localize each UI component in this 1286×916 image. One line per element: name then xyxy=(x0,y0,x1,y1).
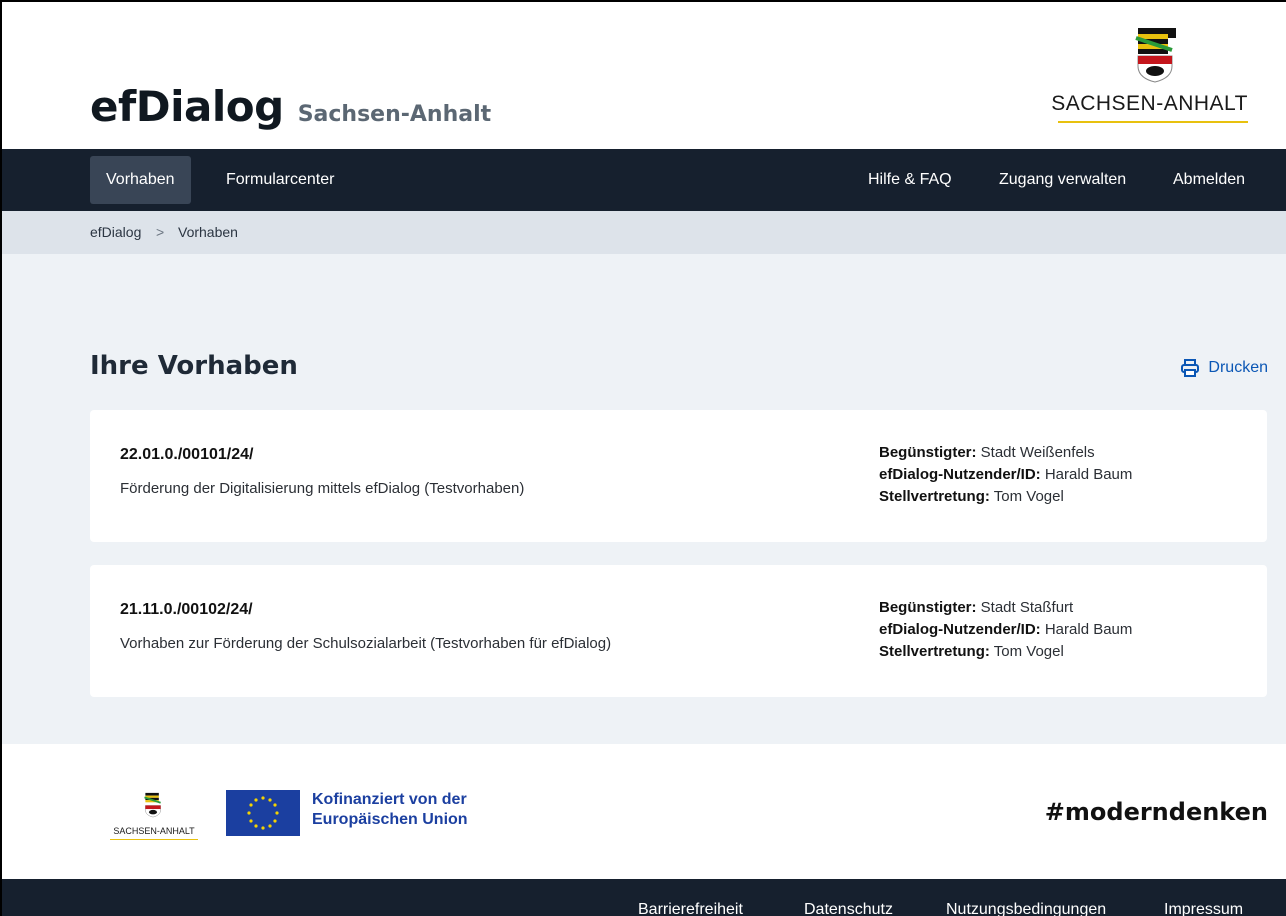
project-description: Vorhaben zur Förderung der Schulsozialar… xyxy=(120,635,612,652)
project-card[interactable]: 22.01.0./00101/24/ Förderung der Digital… xyxy=(90,410,1267,542)
eu-cofunding-text: Kofinanziert von der Europäischen Union xyxy=(312,790,468,830)
app-subtitle: Sachsen-Anhalt xyxy=(297,102,492,127)
beneficiary-row: Begünstigter: Stadt Weißenfels xyxy=(879,442,1132,464)
project-meta: Begünstigter: Stadt Weißenfels efDialog-… xyxy=(879,442,1132,508)
footer-links-bar: Barrierefreiheit Datenschutz Nutzungsbed… xyxy=(2,879,1286,916)
footer-state-wordmark: SACHSEN-ANHALT xyxy=(113,826,195,836)
user-row: efDialog-Nutzender/ID: Harald Baum xyxy=(879,619,1132,641)
sachsen-anhalt-logo[interactable]: SACHSEN-ANHALT xyxy=(1040,26,1250,126)
user-label: efDialog-Nutzender/ID: xyxy=(879,466,1041,483)
user-row: efDialog-Nutzender/ID: Harald Baum xyxy=(879,464,1132,486)
page-title: Ihre Vorhaben xyxy=(90,351,298,381)
wordmark-underline xyxy=(1058,121,1248,123)
user-value: Harald Baum xyxy=(1044,466,1133,483)
beneficiary-label: Begünstigter: xyxy=(879,444,977,461)
project-meta: Begünstigter: Stadt Staßfurt efDialog-Nu… xyxy=(879,597,1132,663)
nav-item-formularcenter[interactable]: Formularcenter xyxy=(210,156,350,204)
footer-link-terms[interactable]: Nutzungsbedingungen xyxy=(946,901,1106,916)
project-number[interactable]: 21.11.0./00102/24/ xyxy=(120,601,253,619)
coat-of-arms-icon xyxy=(1135,28,1176,83)
print-button[interactable]: Drucken xyxy=(1180,358,1268,378)
footer-link-accessibility[interactable]: Barrierefreiheit xyxy=(638,901,743,916)
coat-of-arms-icon xyxy=(144,792,161,818)
brand[interactable]: efDialog Sachsen-Anhalt xyxy=(90,82,491,131)
user-value: Harald Baum xyxy=(1044,621,1133,638)
main-content: Ihre Vorhaben Drucken 22.01.0./00101/24/… xyxy=(2,254,1286,744)
main-nav: Vorhaben Formularcenter Hilfe & FAQ Zuga… xyxy=(2,149,1286,211)
state-wordmark: SACHSEN-ANHALT xyxy=(1051,92,1248,115)
beneficiary-value: Stadt Staßfurt xyxy=(980,599,1074,616)
beneficiary-row: Begünstigter: Stadt Staßfurt xyxy=(879,597,1132,619)
hashtag-slogan: #moderndenken xyxy=(1044,798,1268,826)
beneficiary-value: Stadt Weißenfels xyxy=(980,444,1095,461)
nav-item-vorhaben[interactable]: Vorhaben xyxy=(90,156,191,204)
print-label: Drucken xyxy=(1208,359,1268,376)
nav-item-logout[interactable]: Abmelden xyxy=(1157,156,1261,204)
footer-link-imprint[interactable]: Impressum xyxy=(1164,901,1243,916)
browser-frame: efDialog Sachsen-Anhalt SACHSEN-ANHALT V… xyxy=(0,0,1286,916)
project-card[interactable]: 21.11.0./00102/24/ Vorhaben zur Förderun… xyxy=(90,565,1267,697)
eu-flag-icon xyxy=(226,790,300,836)
user-label: efDialog-Nutzender/ID: xyxy=(879,621,1041,638)
breadcrumb-item-efdialog[interactable]: efDialog xyxy=(90,224,141,240)
deputy-label: Stellvertretung: xyxy=(879,643,990,660)
breadcrumb-separator: > xyxy=(156,224,165,240)
nav-item-manage-access[interactable]: Zugang verwalten xyxy=(983,156,1142,204)
deputy-value: Tom Vogel xyxy=(993,643,1064,660)
printer-icon xyxy=(1181,359,1200,377)
nav-item-help-faq[interactable]: Hilfe & FAQ xyxy=(852,156,968,204)
site-header: efDialog Sachsen-Anhalt SACHSEN-ANHALT xyxy=(2,2,1286,149)
breadcrumb: efDialog > Vorhaben xyxy=(2,211,1286,254)
footer-link-privacy[interactable]: Datenschutz xyxy=(804,901,893,916)
eu-line-1: Kofinanziert von der xyxy=(312,791,467,808)
deputy-label: Stellvertretung: xyxy=(879,488,990,505)
project-description: Förderung der Digitalisierung mittels ef… xyxy=(120,480,525,497)
site-footer: SACHSEN-ANHALT Kofinanziert von der Euro… xyxy=(2,744,1286,879)
eu-line-2: Europäischen Union xyxy=(312,811,468,828)
breadcrumb-item-vorhaben: Vorhaben xyxy=(178,224,238,240)
deputy-row: Stellvertretung: Tom Vogel xyxy=(879,641,1132,663)
app-title: efDialog xyxy=(90,82,284,131)
beneficiary-label: Begünstigter: xyxy=(879,599,977,616)
footer-state-logo[interactable]: SACHSEN-ANHALT xyxy=(106,792,202,840)
deputy-value: Tom Vogel xyxy=(993,488,1064,505)
deputy-row: Stellvertretung: Tom Vogel xyxy=(879,486,1132,508)
project-number[interactable]: 22.01.0./00101/24/ xyxy=(120,446,253,464)
footer-wordmark-underline xyxy=(110,839,198,840)
